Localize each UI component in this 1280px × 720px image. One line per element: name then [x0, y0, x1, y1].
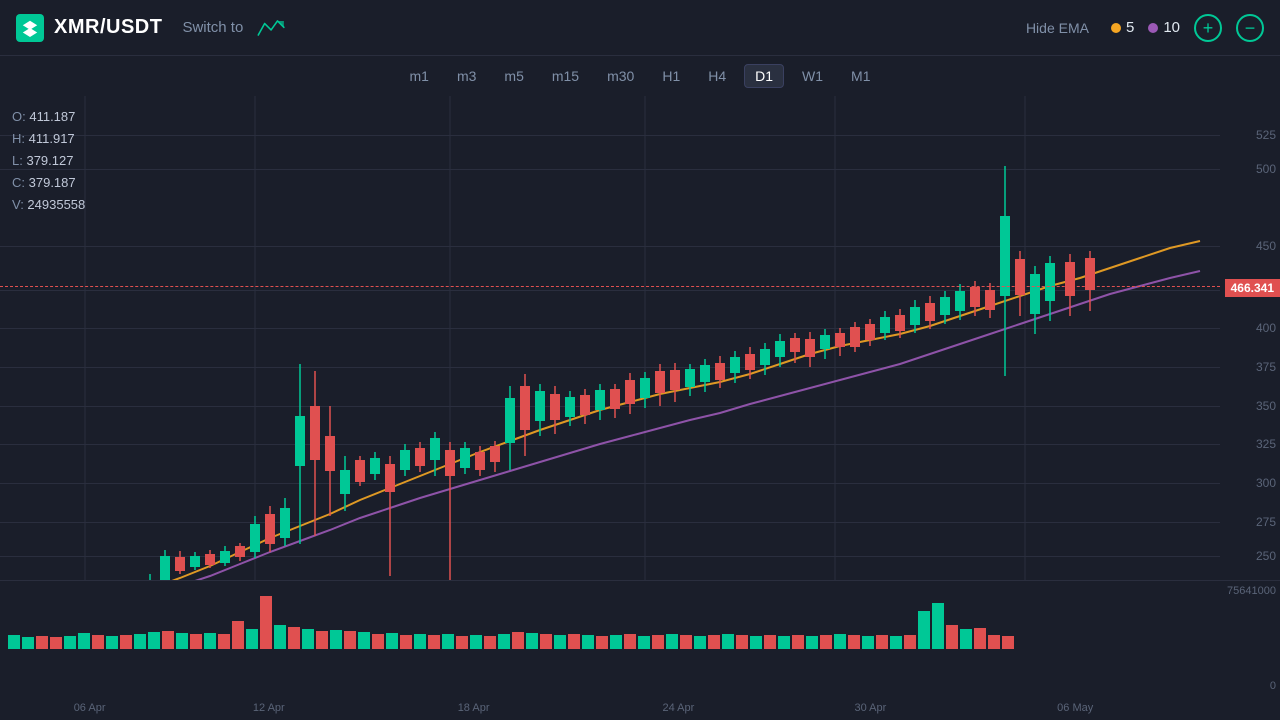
timeframe-bar: m1 m3 m5 m15 m30 H1 H4 D1 W1 M1 [0, 56, 1280, 92]
tf-m30[interactable]: m30 [597, 65, 644, 87]
ohlcv-l: L: 379.127 [12, 150, 85, 172]
ohlcv-v-value: 24935558 [27, 197, 85, 212]
date-label-18apr: 18 Apr [458, 702, 490, 714]
volume-chart [0, 581, 1220, 653]
tf-h4[interactable]: H4 [698, 65, 736, 87]
date-label-24apr: 24 Apr [662, 702, 694, 714]
price-label-350: 350 [1256, 399, 1276, 413]
date-label-12apr: 12 Apr [253, 702, 285, 714]
ohlcv-h: H: 411.917 [12, 128, 85, 150]
price-label-325: 325 [1256, 437, 1276, 451]
volume-container: 75641000 0 06 Apr 12 Apr 18 Apr 24 Apr 3… [0, 580, 1280, 720]
tf-m1[interactable]: m1 [400, 65, 439, 87]
price-label-400: 400 [1256, 321, 1276, 335]
volume-zero-label: 0 [1270, 680, 1276, 692]
tf-m15[interactable]: m15 [542, 65, 589, 87]
date-label-30apr: 30 Apr [854, 702, 886, 714]
current-price-label: 466.341 [1225, 279, 1280, 297]
price-label-500: 500 [1256, 162, 1276, 176]
ema5-value: 5 [1126, 19, 1134, 36]
price-dashed-line [0, 286, 1220, 287]
tf-m3[interactable]: m3 [447, 65, 486, 87]
ema5-dot [1111, 23, 1121, 33]
ema10-value: 10 [1163, 19, 1180, 36]
header: XMR/USDT Switch to Hide EMA 5 10 + − [0, 0, 1280, 56]
ema10-badge: 10 [1148, 19, 1180, 36]
price-label-525: 525 [1256, 128, 1276, 142]
add-button[interactable]: + [1194, 14, 1222, 42]
pair-title: XMR/USDT [54, 16, 162, 39]
date-label-06may: 06 May [1057, 702, 1093, 714]
tf-m1-capital[interactable]: M1 [841, 65, 880, 87]
price-label-450: 450 [1256, 239, 1276, 253]
ohlcv-v: V: 24935558 [12, 194, 85, 216]
tf-m5[interactable]: m5 [494, 65, 533, 87]
price-label-375: 375 [1256, 360, 1276, 374]
switch-to-icon[interactable] [257, 17, 289, 39]
ohlcv-h-value: 411.917 [29, 131, 75, 146]
volume-level-label: 75641000 [1227, 585, 1276, 597]
ema5-badge: 5 [1111, 19, 1134, 36]
tf-h1[interactable]: H1 [652, 65, 690, 87]
ohlcv-o-value: 411.187 [29, 109, 75, 124]
price-label-250: 250 [1256, 549, 1276, 563]
date-label-06apr: 06 Apr [74, 702, 106, 714]
tf-w1[interactable]: W1 [792, 65, 833, 87]
tf-d1[interactable]: D1 [744, 64, 784, 88]
candlestick-chart [0, 96, 1220, 580]
ohlcv-l-value: 379.127 [26, 153, 73, 168]
price-label-300: 300 [1256, 476, 1276, 490]
ema10-dot [1148, 23, 1158, 33]
header-right: Hide EMA 5 10 + − [1018, 14, 1264, 42]
price-label-275: 275 [1256, 515, 1276, 529]
minus-button[interactable]: − [1236, 14, 1264, 42]
hide-ema-button[interactable]: Hide EMA [1018, 16, 1097, 40]
switch-to-label: Switch to [182, 19, 243, 36]
ohlcv-panel: O: 411.187 H: 411.917 L: 379.127 C: 379.… [12, 106, 85, 216]
pair-icon [16, 14, 44, 42]
ohlcv-o: O: 411.187 [12, 106, 85, 128]
ohlcv-c: C: 379.187 [12, 172, 85, 194]
chart-container[interactable]: 525 500 450 425 400 375 350 325 300 275 … [0, 96, 1280, 580]
ohlcv-c-value: 379.187 [29, 175, 76, 190]
